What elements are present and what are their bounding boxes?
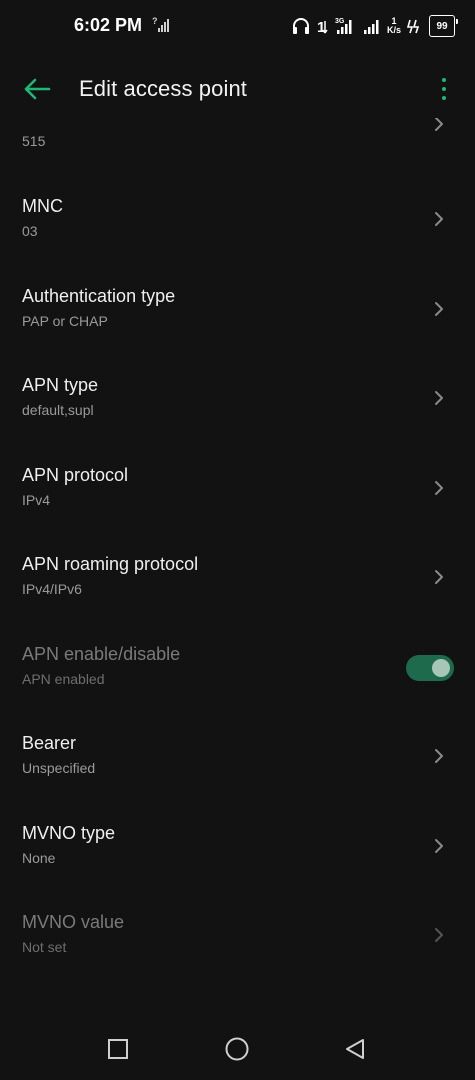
item-title: Bearer (22, 733, 77, 753)
chevron-right-icon (435, 749, 443, 763)
navigation-bar (0, 1018, 475, 1080)
chevron-right-icon (435, 391, 443, 405)
chevron-right-icon (435, 302, 443, 316)
signal-3g-icon: 3G (335, 15, 357, 37)
list-item-apn-type[interactable]: APN type default,supl (0, 355, 475, 445)
charging-icon (407, 15, 423, 37)
list-item-apn-enable-disable: APN enable/disable APN enabled (0, 624, 475, 714)
item-title: MNC (22, 196, 63, 216)
home-circle-icon (225, 1037, 249, 1061)
battery-level: 99 (436, 20, 448, 32)
dot-icon (442, 78, 446, 82)
item-value: IPv4/IPv6 (22, 581, 82, 597)
item-value: PAP or CHAP (22, 313, 108, 329)
item-title: Authentication type (22, 286, 176, 306)
item-title: MVNO type (22, 823, 116, 843)
item-title: MVNO value (22, 912, 125, 932)
dot-icon (442, 96, 446, 100)
list-item-mnc[interactable]: MNC 03 (0, 176, 475, 266)
item-value: APN enabled (22, 671, 105, 687)
list-item-authentication-type[interactable]: Authentication type PAP or CHAP (0, 266, 475, 356)
list-item-mvno-value: MVNO value Not set (0, 892, 475, 982)
status-icons: 1 3G 1 K/s 99 (291, 14, 458, 38)
signal-low-icon: ? (152, 16, 169, 32)
network-speed-unit: K/s (386, 25, 401, 35)
item-title: APN enable/disable (22, 644, 181, 664)
chevron-right-icon (435, 839, 443, 853)
item-value: Not set (22, 939, 67, 955)
chevron-right-icon (435, 570, 443, 584)
partial-item-value: 515 (22, 133, 46, 149)
item-value: default,supl (22, 402, 94, 418)
signal-bars-icon (363, 15, 381, 37)
page-title: Edit access point (79, 76, 248, 101)
home-button[interactable] (222, 1034, 252, 1064)
item-title: APN protocol (22, 465, 129, 485)
recents-square-icon (108, 1039, 128, 1059)
item-value: IPv4 (22, 492, 51, 508)
list-item-apn-protocol[interactable]: APN protocol IPv4 (0, 445, 475, 535)
back-triangle-icon (346, 1039, 364, 1059)
recents-button[interactable] (103, 1034, 133, 1064)
status-bar: 6:02 PM ? 1 3G 1 K/s 99 (0, 0, 475, 56)
chevron-right-icon (435, 928, 443, 942)
toggle-knob (432, 659, 450, 677)
item-title: APN roaming protocol (22, 554, 199, 574)
battery-icon: 99 (429, 15, 458, 37)
status-time: 6:02 PM (74, 15, 143, 35)
dot-icon (442, 87, 446, 91)
svg-text:3G: 3G (335, 18, 345, 25)
app-bar: Edit access point (0, 56, 475, 122)
item-value: Unspecified (22, 760, 96, 776)
back-button[interactable] (18, 73, 56, 105)
list-item-mvno-type[interactable]: MVNO type None (0, 803, 475, 893)
headphones-icon (291, 15, 311, 37)
back-nav-button[interactable] (340, 1034, 370, 1064)
list-item-apn-roaming-protocol[interactable]: APN roaming protocol IPv4/IPv6 (0, 534, 475, 624)
svg-text:?: ? (152, 16, 158, 26)
chevron-right-icon (435, 212, 443, 226)
chevron-right-icon[interactable] (433, 118, 445, 132)
data-transfer-icon: 1 (317, 15, 329, 37)
item-value: None (22, 850, 56, 866)
item-title: APN type (22, 375, 99, 395)
list-item-bearer[interactable]: Bearer Unspecified (0, 713, 475, 803)
apn-enable-toggle[interactable] (406, 655, 454, 681)
chevron-right-icon (435, 481, 443, 495)
item-value: 03 (22, 223, 38, 239)
more-options-button[interactable] (435, 73, 453, 105)
network-speed: 1 K/s (387, 15, 401, 37)
arrow-left-icon (24, 78, 51, 100)
